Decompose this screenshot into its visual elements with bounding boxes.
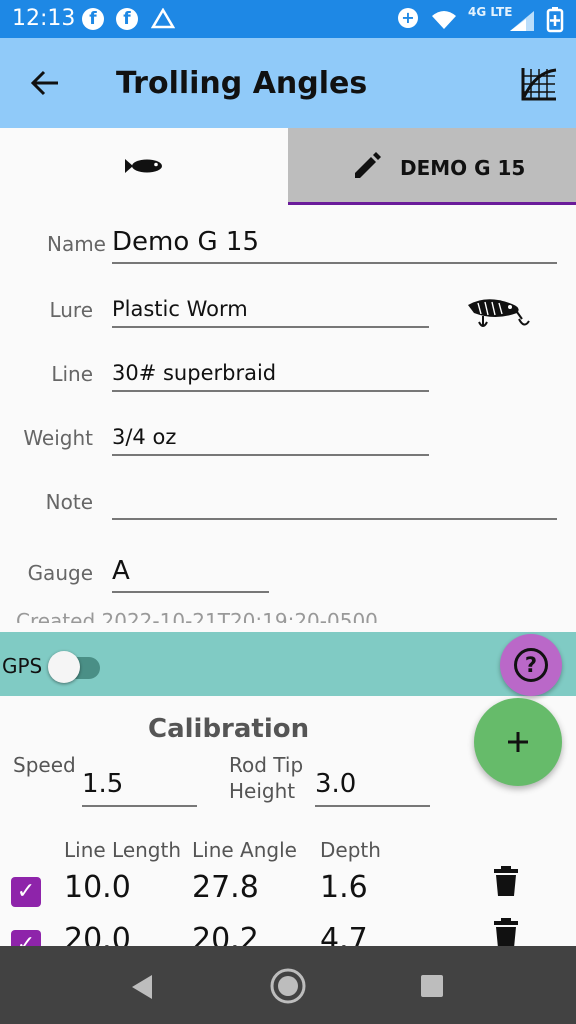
name-underline xyxy=(112,262,557,264)
gps-switch-knob[interactable] xyxy=(48,651,80,683)
line-underline xyxy=(112,390,429,392)
nav-home-icon[interactable] xyxy=(269,967,307,1005)
data-saver-icon: + xyxy=(398,8,418,28)
tab-presets[interactable] xyxy=(0,128,288,204)
gauge-input[interactable]: A xyxy=(112,556,130,586)
gauge-underline xyxy=(112,591,269,593)
weight-input[interactable]: 3/4 oz xyxy=(112,425,176,449)
drive-icon xyxy=(151,8,175,29)
line-label: Line xyxy=(51,362,93,386)
note-underline xyxy=(112,518,557,520)
plus-icon xyxy=(508,732,528,752)
table-row: ✓ 10.0 27.8 1.6 xyxy=(0,866,576,912)
speed-label: Speed xyxy=(13,753,76,777)
column-header-depth: Depth xyxy=(320,838,381,862)
facebook-icon: f xyxy=(116,8,138,30)
signal-icon xyxy=(510,11,534,31)
status-bar: 12:13 f f + 4G LTE xyxy=(0,0,576,38)
name-label: Name xyxy=(46,232,106,256)
help-icon: ? xyxy=(514,648,548,682)
name-input[interactable]: Demo G 15 xyxy=(112,227,259,257)
battery-charging-icon xyxy=(546,7,564,33)
line-length-cell: 10.0 xyxy=(64,870,131,905)
rod-tip-input[interactable]: 3.0 xyxy=(315,769,356,799)
table-row: ✓ 20.0 20.2 4.7 xyxy=(0,918,576,946)
depth-cell: 1.6 xyxy=(320,870,368,905)
system-nav-bar xyxy=(0,946,576,1024)
pencil-icon xyxy=(355,152,381,178)
page-title: Trolling Angles xyxy=(116,66,368,101)
line-input[interactable]: 30# superbraid xyxy=(112,361,276,385)
add-button[interactable] xyxy=(474,698,562,786)
nav-back-icon[interactable] xyxy=(130,974,154,1000)
lure-input[interactable]: Plastic Worm xyxy=(112,297,248,321)
fish-icon xyxy=(125,159,162,173)
preset-form: Name Demo G 15 Lure Plastic Worm Line 30… xyxy=(0,204,576,632)
gauge-label: Gauge xyxy=(27,561,93,585)
nav-recents-icon[interactable] xyxy=(420,974,444,998)
speed-input[interactable]: 1.5 xyxy=(82,769,123,799)
depth-cell: 4.7 xyxy=(320,922,368,946)
column-header-line-angle: Line Angle xyxy=(192,838,297,862)
facebook-icon: f xyxy=(82,8,104,30)
gps-label: GPS xyxy=(2,654,43,678)
tab-demo-label: DEMO G 15 xyxy=(400,156,526,180)
lure-icon[interactable] xyxy=(465,297,533,333)
status-time: 12:13 xyxy=(12,6,76,31)
line-angle-cell: 27.8 xyxy=(192,870,259,905)
weight-underline xyxy=(112,454,429,456)
column-header-line-length: Line Length xyxy=(64,838,182,862)
help-button[interactable]: ? xyxy=(500,634,562,696)
row-checkbox[interactable]: ✓ xyxy=(11,877,41,907)
app-bar: Trolling Angles xyxy=(0,38,576,128)
line-angle-cell: 20.2 xyxy=(192,922,259,946)
back-arrow-icon[interactable] xyxy=(30,69,60,97)
lure-label: Lure xyxy=(49,298,93,322)
speed-underline xyxy=(82,805,197,807)
chart-grid-icon[interactable] xyxy=(520,66,558,102)
note-label: Note xyxy=(45,490,93,514)
rod-tip-height-label: Height xyxy=(229,779,296,803)
line-length-cell: 20.0 xyxy=(64,922,131,946)
rod-tip-label: Rod Tip xyxy=(229,753,304,777)
network-type-label: 4G LTE xyxy=(468,5,513,19)
tab-demo[interactable]: DEMO G 15 xyxy=(288,128,576,205)
calibration-title: Calibration xyxy=(148,714,310,744)
lure-underline xyxy=(112,326,429,328)
trash-icon[interactable] xyxy=(494,866,518,896)
wifi-icon xyxy=(432,11,456,29)
rod-tip-underline xyxy=(315,805,430,807)
tab-bar: DEMO G 15 xyxy=(0,128,576,205)
gps-bar: GPS xyxy=(0,632,576,696)
weight-label: Weight xyxy=(23,426,93,450)
trash-icon[interactable] xyxy=(494,918,518,946)
created-timestamp: Created 2022-10-21T20:19:20-0500 xyxy=(16,609,378,623)
row-checkbox[interactable]: ✓ xyxy=(11,930,41,946)
